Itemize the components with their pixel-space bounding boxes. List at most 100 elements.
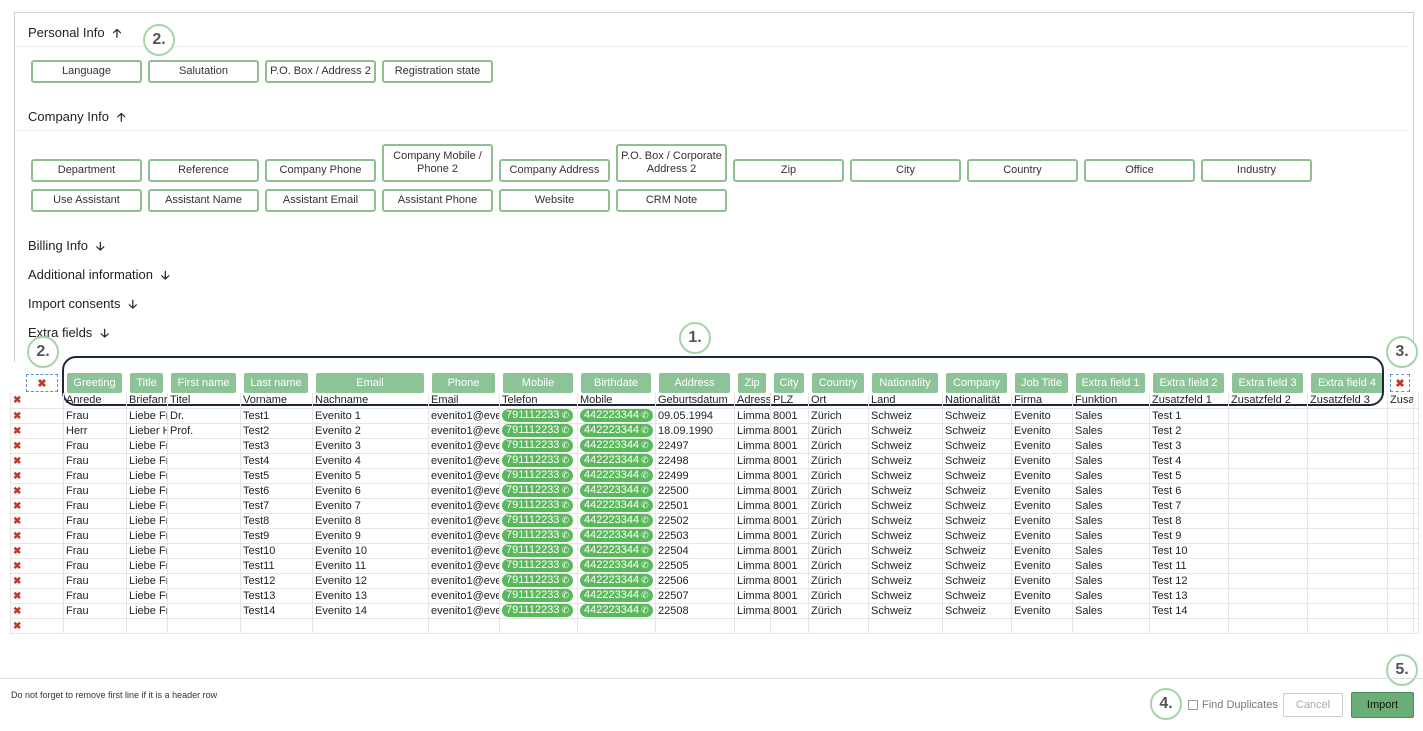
field-button[interactable]: Assistant Email	[265, 189, 376, 212]
field-button[interactable]: Language	[31, 60, 142, 83]
remove-row-icon[interactable]: ✖	[13, 531, 21, 542]
remove-row-icon[interactable]: ✖	[13, 411, 21, 422]
section-billing-info[interactable]: Billing Info 🡣	[28, 237, 105, 258]
cell: Evenito 13	[312, 587, 429, 604]
remove-column-icon[interactable]: ✖	[26, 374, 58, 392]
cell: 8001	[770, 527, 809, 544]
mapped-field-title[interactable]: Title	[130, 373, 163, 393]
remove-row-icon[interactable]: ✖	[13, 546, 21, 557]
mapped-field-company[interactable]: Company	[946, 373, 1007, 393]
mapped-field-country[interactable]: Country	[812, 373, 864, 393]
cell: 442223344 ✆	[577, 452, 656, 469]
mapped-field-extra-field-2[interactable]: Extra field 2	[1153, 373, 1224, 393]
remove-row-icon[interactable]: ✖	[13, 516, 21, 527]
cell	[1011, 617, 1073, 634]
remove-row-icon[interactable]: ✖	[13, 606, 21, 617]
table-row: ✖ FrauLiebe FrauDr.Test1Evenito 1evenito…	[10, 407, 1419, 424]
mapped-field-phone[interactable]: Phone	[432, 373, 495, 393]
cell	[1228, 602, 1308, 619]
find-duplicates-checkbox[interactable]: Find Duplicates	[1188, 699, 1278, 711]
remove-row-icon[interactable]: ✖	[13, 426, 21, 437]
checkbox[interactable]	[1188, 700, 1198, 710]
field-button[interactable]: P.O. Box / Corporate Address 2	[616, 144, 727, 182]
field-button[interactable]: Registration state	[382, 60, 493, 83]
cell: 442223344 ✆	[577, 572, 656, 589]
field-button[interactable]: Company Mobile / Phone 2	[382, 144, 493, 182]
remove-row-icon[interactable]: ✖	[13, 621, 21, 632]
table-row: ✖ FrauLiebe Frau Test8Evenito 8evenito1@e…	[10, 512, 1419, 529]
phone-icon: ✆	[641, 590, 649, 600]
cell: Evenito 9	[312, 527, 429, 544]
mapped-field-birthdate[interactable]: Birthdate	[581, 373, 651, 393]
cancel-button[interactable]: Cancel	[1283, 693, 1343, 717]
cell: Frau	[63, 482, 127, 499]
mapped-field-extra-field-1[interactable]: Extra field 1	[1076, 373, 1145, 393]
remove-row-icon[interactable]: ✖	[13, 486, 21, 497]
mapped-field-greeting[interactable]: Greeting	[67, 373, 122, 393]
cell: Evenito 10	[312, 542, 429, 559]
field-button[interactable]: Website	[499, 189, 610, 212]
field-button[interactable]: City	[850, 159, 961, 182]
cell: Limmatquai 4	[734, 452, 771, 469]
field-button[interactable]: P.O. Box / Address 2	[265, 60, 376, 83]
mapped-field-extra-field-4[interactable]: Extra field 4	[1311, 373, 1383, 393]
mapped-field-mobile[interactable]: Mobile	[503, 373, 573, 393]
remove-row-icon[interactable]: ✖	[13, 471, 21, 482]
field-button[interactable]: CRM Note	[616, 189, 727, 212]
table-row: ✖ FrauLiebe Frau Test9Evenito 9evenito1@e…	[10, 527, 1419, 544]
remove-row-icon[interactable]: ✖	[13, 501, 21, 512]
field-button[interactable]: Assistant Name	[148, 189, 259, 212]
remove-row-icon[interactable]: ✖	[13, 456, 21, 467]
field-button[interactable]: Reference	[148, 159, 259, 182]
cell: 22507	[655, 587, 735, 604]
remove-row-icon[interactable]: ✖	[13, 561, 21, 572]
field-button[interactable]: Assistant Phone	[382, 189, 493, 212]
cell: 442223344 ✆	[577, 482, 656, 499]
field-button[interactable]: Country	[967, 159, 1078, 182]
cell	[734, 617, 771, 634]
field-button[interactable]: Zip	[733, 159, 844, 182]
mapped-field-address[interactable]: Address	[659, 373, 730, 393]
mapped-field-email[interactable]: Email	[316, 373, 424, 393]
cell	[126, 617, 168, 634]
mobile-badge: 442223344 ✆	[580, 439, 653, 452]
mapped-field-extra-field-3[interactable]: Extra field 3	[1232, 373, 1303, 393]
field-button[interactable]: Company Address	[499, 159, 610, 182]
section-additional-information[interactable]: Additional information 🡣	[28, 266, 170, 287]
section-company-info[interactable]: Company Info 🡡	[28, 108, 126, 129]
remove-row-icon[interactable]: ✖	[13, 441, 21, 452]
remove-row-icon[interactable]: ✖	[13, 395, 21, 406]
mapped-field-city[interactable]: City	[774, 373, 804, 393]
field-button[interactable]: Salutation	[148, 60, 259, 83]
cell: Evenito 8	[312, 512, 429, 529]
field-button[interactable]: Office	[1084, 159, 1195, 182]
field-button[interactable]: Department	[31, 159, 142, 182]
mapped-field-zip[interactable]: Zip	[738, 373, 766, 393]
remove-row-icon[interactable]: ✖	[13, 591, 21, 602]
cell: Limmatquai 7	[734, 497, 771, 514]
field-button[interactable]: Company Phone	[265, 159, 376, 182]
table-row: ✖ FrauLiebe Frau Test10Evenito 10evenito1…	[10, 542, 1419, 559]
cell: Sales	[1072, 437, 1150, 454]
remove-row-icon[interactable]: ✖	[13, 576, 21, 587]
cell	[167, 512, 241, 529]
cell: Test9	[240, 527, 313, 544]
section-import-consents[interactable]: Import consents 🡣	[28, 295, 137, 316]
cell: Limmatquai 14	[734, 602, 771, 619]
mapped-field-last-name[interactable]: Last name	[244, 373, 308, 393]
cell	[1387, 617, 1414, 634]
find-duplicates-label: Find Duplicates	[1202, 699, 1278, 711]
remove-column-icon[interactable]: ✖	[1390, 374, 1410, 392]
mapped-field-first-name[interactable]: First name	[171, 373, 236, 393]
cell: Test11	[240, 557, 313, 574]
mapped-field-nationality[interactable]: Nationality	[872, 373, 938, 393]
field-button[interactable]: Industry	[1201, 159, 1312, 182]
cell: 8001	[770, 452, 809, 469]
import-button[interactable]: Import	[1351, 692, 1414, 718]
field-button[interactable]: Use Assistant	[31, 189, 142, 212]
cell	[1149, 617, 1229, 634]
mapped-field-job-title[interactable]: Job Title	[1015, 373, 1068, 393]
cell: Zusatzfeld 4	[1387, 393, 1414, 409]
cell: Zürich	[808, 512, 869, 529]
section-personal-info[interactable]: Personal Info 🡡	[28, 24, 121, 45]
